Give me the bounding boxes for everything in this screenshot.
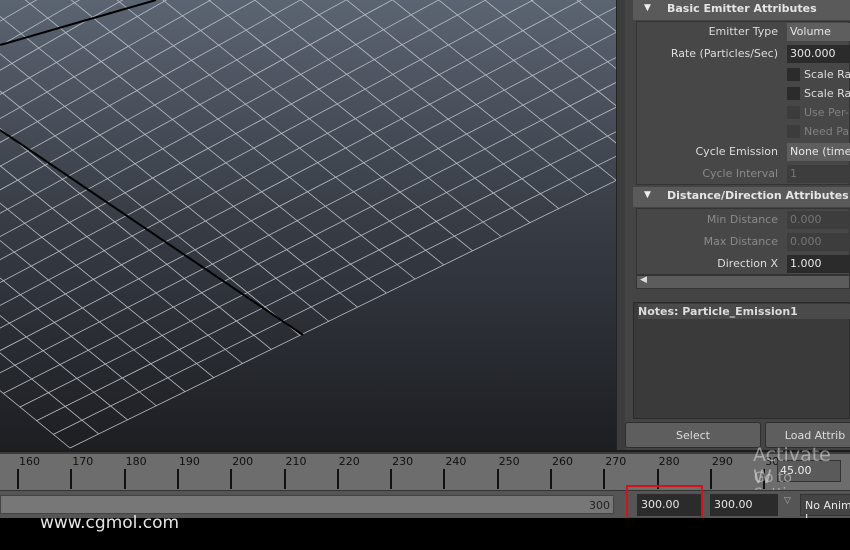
timeline-tick (443, 469, 446, 489)
grid-line (0, 0, 338, 147)
anim-layer-dropdown[interactable]: No Anim L (800, 494, 850, 525)
timeline-tick (709, 469, 712, 489)
rate-field[interactable]: 300.000 (787, 45, 850, 63)
grid-line (0, 202, 215, 378)
timeline-label: 270 (605, 455, 627, 468)
grid-line (36, 131, 616, 422)
timeline-tick (70, 469, 73, 489)
grid-line (53, 155, 616, 435)
range-end-field[interactable]: 300.00 (710, 494, 778, 516)
checkbox-label: Scale Rat (804, 87, 850, 100)
timeline-tick (17, 469, 19, 489)
timeline-label: 190 (178, 455, 200, 468)
timeline-label: 250 (498, 455, 520, 468)
grid-line (0, 53, 330, 322)
grid-line (19, 106, 616, 408)
timeline-label: 220 (338, 455, 360, 468)
direction-x-field[interactable]: 1.000 (787, 255, 850, 273)
time-slider[interactable]: 160 170 180 190 200 210 220 230 240 250 260 270 280 2… (0, 452, 850, 490)
checkbox-label: Scale Rat (804, 68, 850, 81)
timeline-tick (283, 469, 286, 489)
grid-line (0, 165, 243, 364)
checkbox-need-parent[interactable] (787, 125, 800, 138)
cycle-emission-dropdown[interactable]: None (timeR (787, 143, 850, 161)
grid-line (0, 0, 300, 120)
timeline-tick (603, 469, 606, 489)
timeline-label: 260 (552, 455, 573, 468)
grid-line (392, 0, 616, 181)
timeline-tick (336, 469, 339, 489)
grid-line (24, 0, 387, 294)
grid-line (484, 0, 616, 107)
checkbox-use-per[interactable] (787, 106, 800, 119)
grid-line (576, 0, 616, 32)
scroll-left-icon[interactable]: ◀ (640, 275, 647, 285)
timeline-tick (176, 469, 179, 489)
site-watermark: www.cgmol.com (40, 513, 180, 533)
grid-line (69, 180, 616, 449)
timeline-tick (496, 469, 499, 489)
notes-area[interactable]: Notes: Particle_Emission1 (633, 302, 850, 419)
timeline-label: 200 (232, 455, 254, 468)
timeline-label: 180 (125, 455, 147, 468)
emitter-type-row: Emitter Type Volume (625, 22, 850, 42)
max-distance-field[interactable]: 0.000 (787, 233, 850, 251)
timeline-label: 160 (19, 455, 40, 468)
grid-line (3, 82, 616, 394)
timeline-tick (550, 469, 552, 489)
cycle-interval-field[interactable]: 1 (787, 165, 850, 183)
3d-viewport[interactable] (0, 0, 616, 450)
range-slider[interactable]: 300 (0, 495, 614, 514)
rate-row: Rate (Particles/Sec) 300.000 (625, 44, 850, 64)
horizontal-scrollbar[interactable]: ◀ (636, 275, 850, 289)
grid-line (0, 57, 616, 374)
grid-line (0, 0, 347, 191)
timeline-label: 210 (285, 455, 307, 468)
dropdown-arrow-icon[interactable]: ▽ (784, 496, 791, 506)
timeline-label: 290 (711, 455, 733, 468)
axis-line (0, 0, 157, 46)
emitter-type-dropdown[interactable]: Volume (787, 23, 850, 41)
timeline-label: 170 (72, 455, 94, 468)
grid-line (116, 0, 445, 266)
checkbox-scale-rate-2[interactable] (787, 87, 800, 100)
section-distance-direction[interactable]: ▼ Distance/Direction Attributes (633, 187, 850, 207)
collapse-triangle-icon: ▼ (644, 3, 651, 13)
grid-line (0, 0, 440, 238)
timeline-label: 230 (392, 455, 414, 468)
checkbox-label: Use Per-F (804, 106, 850, 119)
grid-line (208, 0, 502, 238)
grid-line (0, 0, 38, 22)
timeline-tick (123, 469, 126, 489)
timeline-tick (230, 469, 233, 489)
timeline-label: 240 (445, 455, 467, 468)
highlight-box (626, 485, 703, 519)
select-button[interactable]: Select (625, 422, 761, 448)
attribute-editor: ▼ Basic Emitter Attributes Emitter Type Vo… (625, 0, 850, 450)
ground-grid (0, 0, 616, 449)
grid-line (0, 16, 358, 308)
section-basic-emitter[interactable]: ▼ Basic Emitter Attributes (633, 0, 850, 20)
grid-line (0, 0, 319, 134)
panel-splitter[interactable] (616, 0, 625, 450)
timeline-label: 280 (658, 455, 680, 468)
timeline-tick (390, 469, 393, 489)
grid-line (0, 127, 272, 350)
min-distance-field[interactable]: 0.000 (787, 211, 850, 229)
collapse-triangle-icon: ▼ (644, 190, 651, 200)
grid-line (300, 0, 616, 110)
checkbox-scale-rate-1[interactable] (787, 68, 800, 81)
checkbox-label: Need Pare (804, 125, 850, 138)
notes-label: Notes: Particle_Emission1 (638, 304, 850, 319)
